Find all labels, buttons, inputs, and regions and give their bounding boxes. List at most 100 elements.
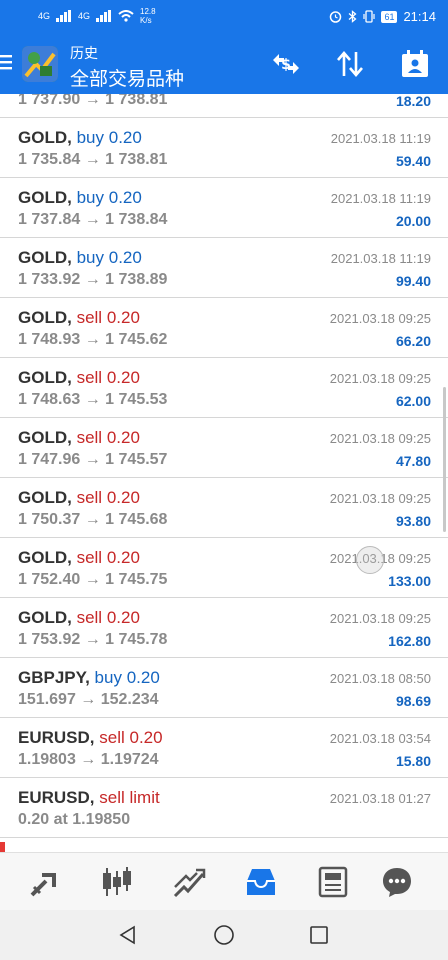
list-item[interactable]: GOLD, sell 0.20 1 747.96 → 1 745.57 2021… xyxy=(0,418,448,478)
side: buy xyxy=(94,668,122,687)
timestamp: 2021.03.18 09:25 xyxy=(329,311,431,326)
prices: 1 747.96 → 1 745.57 xyxy=(18,451,168,468)
profit: 93.80 xyxy=(395,513,431,529)
news-icon[interactable] xyxy=(316,865,350,899)
speed-value: 12.8 xyxy=(140,7,156,16)
prices: 151.697 → 152.234 xyxy=(18,691,159,708)
svg-text:$: $ xyxy=(281,57,291,73)
status-bar: 4G 4G 12.8 K/s 61 21:14 xyxy=(0,0,448,34)
lot: 0.20 xyxy=(106,488,140,507)
lot: 0.20 xyxy=(106,428,140,447)
trade-title: GOLD, sell 0.20 xyxy=(18,428,140,448)
history-list[interactable]: 1 737.90 → 1 738.81 18.20 GOLD, buy 0.20… xyxy=(0,94,448,840)
list-item[interactable]: GOLD, sell 0.20 1 748.93 → 1 745.62 2021… xyxy=(0,298,448,358)
lot: 0.20 xyxy=(129,728,163,747)
app-logo[interactable] xyxy=(22,46,58,82)
signal-2: 4G xyxy=(78,11,91,21)
symbol: GOLD, xyxy=(18,188,72,207)
side: buy xyxy=(76,188,104,207)
status-left: 4G 4G 12.8 K/s xyxy=(38,7,156,25)
timestamp: 2021.03.18 09:25 xyxy=(329,611,431,626)
chart-icon[interactable] xyxy=(100,865,134,899)
side: sell xyxy=(76,608,103,627)
trade-title: GOLD, buy 0.20 xyxy=(18,188,142,208)
app-subtitle: 历史 xyxy=(70,45,98,61)
status-indicator xyxy=(0,842,5,852)
profit: 62.00 xyxy=(395,393,431,409)
list-item[interactable]: GOLD, buy 0.20 1 735.84 → 1 738.81 2021.… xyxy=(0,118,448,178)
app-bar: 历史 全部交易品种 $ xyxy=(0,34,448,94)
profit: 15.80 xyxy=(395,753,431,769)
signal-bars-icon xyxy=(96,10,112,22)
menu-icon[interactable] xyxy=(0,52,14,72)
symbol: GOLD, xyxy=(18,608,72,627)
side: sell xyxy=(76,368,103,387)
app-logo-graphic xyxy=(22,46,58,82)
speed-unit: K/s xyxy=(140,16,152,25)
lot: 0.20 xyxy=(106,368,140,387)
chat-icon[interactable] xyxy=(380,865,414,899)
network-speed: 12.8 K/s xyxy=(140,7,156,25)
list-item[interactable]: GOLD, buy 0.20 1 733.92 → 1 738.89 2021.… xyxy=(0,238,448,298)
trade-icon[interactable] xyxy=(172,865,206,899)
list-item[interactable]: EURUSD, sell 0.20 1.19803 → 1.19724 2021… xyxy=(0,718,448,778)
trade-title: GOLD, sell 0.20 xyxy=(18,608,140,628)
side: sell xyxy=(76,548,103,567)
prices: 1 735.84 → 1 738.81 xyxy=(18,151,168,168)
status-right: 61 21:14 xyxy=(329,9,436,24)
list-item[interactable]: GOLD, sell 0.20 1 750.37 → 1 745.68 2021… xyxy=(0,478,448,538)
list-item[interactable]: GOLD, buy 0.20 1 737.84 → 1 738.84 2021.… xyxy=(0,178,448,238)
list-item-partial[interactable]: 1 737.90 → 1 738.81 18.20 xyxy=(0,94,448,118)
list-item[interactable]: GOLD, sell 0.20 1 748.63 → 1 745.53 2021… xyxy=(0,358,448,418)
prices: 0.20 at 1.19850 xyxy=(18,811,131,828)
trade-title: GOLD, sell 0.20 xyxy=(18,548,140,568)
alarm-icon xyxy=(330,11,342,23)
side: sell limit xyxy=(99,788,160,807)
profit: 18.20 xyxy=(395,94,431,109)
bottom-nav xyxy=(0,852,448,911)
lot: 0.20 xyxy=(108,188,142,207)
symbol: GOLD, xyxy=(18,488,72,507)
symbol: GOLD, xyxy=(18,428,72,447)
profit: 66.20 xyxy=(395,333,431,349)
timestamp: 2021.03.18 03:54 xyxy=(329,731,431,746)
currency-exchange-icon[interactable]: $ xyxy=(270,48,302,80)
quotes-icon[interactable] xyxy=(28,865,62,899)
prices: 1 750.37 → 1 745.68 xyxy=(18,511,168,528)
profit: 98.69 xyxy=(395,693,431,709)
prices: 1 733.92 → 1 738.89 xyxy=(18,271,168,288)
timestamp: 2021.03.18 09:25 xyxy=(329,431,431,446)
profit: 133.00 xyxy=(388,573,431,589)
trade-title: GOLD, buy 0.20 xyxy=(18,128,142,148)
prices: 1 752.40 → 1 745.75 xyxy=(18,571,168,588)
calendar-icon[interactable] xyxy=(399,48,431,80)
recents-icon[interactable] xyxy=(308,924,330,946)
timestamp: 2021.03.18 08:50 xyxy=(329,671,431,686)
scrollbar[interactable] xyxy=(443,387,446,532)
back-icon[interactable] xyxy=(117,924,139,946)
timestamp: 2021.03.18 11:19 xyxy=(330,251,431,266)
history-icon[interactable] xyxy=(244,865,278,899)
lot: 0.20 xyxy=(126,668,160,687)
lot: 0.20 xyxy=(108,248,142,267)
list-item[interactable]: GOLD, sell 0.20 1 753.92 → 1 745.78 2021… xyxy=(0,598,448,658)
prices: 1.19803 → 1.19724 xyxy=(18,751,159,768)
touch-indicator xyxy=(356,546,384,574)
symbol: GBPJPY, xyxy=(18,668,90,687)
symbol: GOLD, xyxy=(18,308,72,327)
symbol: EURUSD, xyxy=(18,788,95,807)
timestamp: 2021.03.18 11:19 xyxy=(330,131,431,146)
prices: 1 748.93 → 1 745.62 xyxy=(18,331,168,348)
list-item[interactable]: GBPJPY, buy 0.20 151.697 → 152.234 2021.… xyxy=(0,658,448,718)
list-item[interactable]: EURUSD, sell limit 0.20 at 1.19850 2021.… xyxy=(0,778,448,838)
symbol: GOLD, xyxy=(18,248,72,267)
app-title[interactable]: 全部交易品种 xyxy=(70,64,184,91)
lot: 0.20 xyxy=(106,608,140,627)
trade-title: GOLD, sell 0.20 xyxy=(18,368,140,388)
profit: 20.00 xyxy=(395,213,431,229)
clock: 21:14 xyxy=(403,9,436,24)
sort-icon[interactable] xyxy=(334,48,366,80)
trade-title: GOLD, sell 0.20 xyxy=(18,308,140,328)
home-icon[interactable] xyxy=(213,924,235,946)
prices: 1 737.84 → 1 738.84 xyxy=(18,211,168,228)
